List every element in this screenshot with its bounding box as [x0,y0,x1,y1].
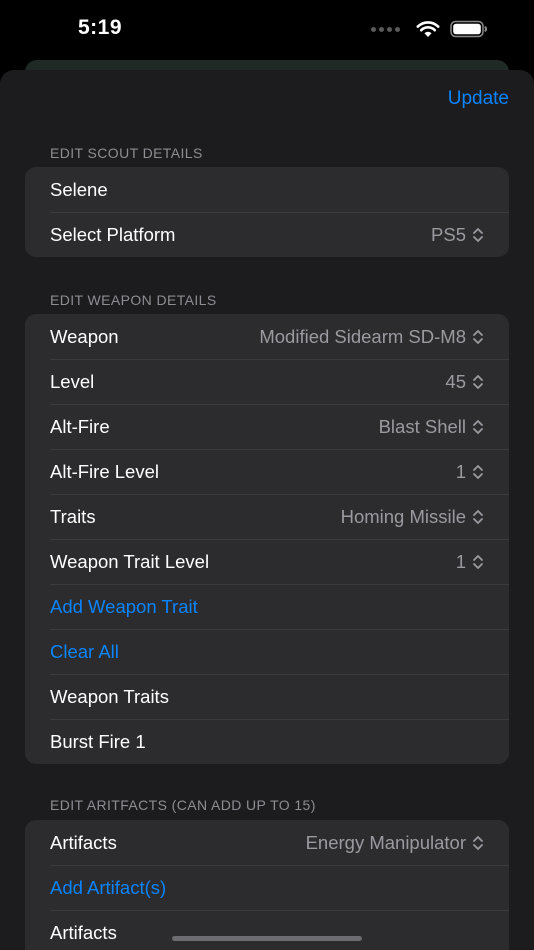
chevron-up-down-icon [473,509,483,524]
list-item: Burst Fire 1 [25,719,509,764]
clear-all-button[interactable]: Clear All [25,629,509,674]
scout-name-field[interactable]: Selene [25,167,509,212]
home-indicator[interactable] [172,936,362,941]
add-weapon-trait-button[interactable]: Add Weapon Trait [25,584,509,629]
traits-picker[interactable]: Traits Homing Missile [25,494,509,539]
weapon-trait-level-picker[interactable]: Weapon Trait Level 1 [25,539,509,584]
artifacts-list-title: Artifacts [50,921,117,943]
artifacts-list-title-row: Artifacts [25,910,509,950]
weapon-group: Weapon Modified Sidearm SD-M8 Level 45 A… [25,314,509,764]
chevron-up-down-icon [473,554,483,569]
chevron-up-down-icon [473,374,483,389]
artifacts-value: Energy Manipulator [305,831,466,853]
update-button[interactable]: Update [448,88,509,110]
level-value: 45 [445,370,466,392]
add-artifacts-label: Add Artifact(s) [50,876,167,898]
add-weapon-trait-label: Add Weapon Trait [50,595,198,617]
weapon-value: Modified Sidearm SD-M8 [259,325,466,347]
weapon-traits-title-row: Weapon Traits [25,674,509,719]
weapon-picker[interactable]: Weapon Modified Sidearm SD-M8 [25,314,509,359]
status-bar: 5:19 [0,0,534,60]
alt-fire-value: Blast Shell [378,415,466,437]
chevron-up-down-icon [473,329,483,344]
status-time: 5:19 [78,16,123,39]
signal-icon [371,26,400,32]
battery-icon [450,20,487,38]
alt-fire-level-value: 1 [455,460,466,482]
artifacts-group: Artifacts Energy Manipulator Add Artifac… [25,820,509,950]
chevron-up-down-icon [473,835,483,850]
weapon-trait-level-value: 1 [455,550,466,572]
chevron-up-down-icon [473,227,483,242]
scout-name: Selene [50,178,108,200]
scout-group: Selene Select Platform PS5 [25,167,509,257]
traits-value: Homing Missile [340,505,466,527]
artifacts-picker[interactable]: Artifacts Energy Manipulator [25,820,509,865]
traits-label: Traits [50,505,96,527]
artifacts-label: Artifacts [50,831,117,853]
section-header-weapon: Edit Weapon Details [50,292,217,308]
alt-fire-level-picker[interactable]: Alt-Fire Level 1 [25,449,509,494]
clear-all-label: Clear All [50,640,119,662]
chevron-up-down-icon [473,419,483,434]
add-artifacts-button[interactable]: Add Artifact(s) [25,865,509,910]
alt-fire-picker[interactable]: Alt-Fire Blast Shell [25,404,509,449]
weapon-label: Weapon [50,325,119,347]
status-icons [371,20,488,38]
platform-value: PS5 [431,223,466,245]
chevron-up-down-icon [473,464,483,479]
level-label: Level [50,370,95,392]
alt-fire-level-label: Alt-Fire Level [50,460,159,482]
weapon-trait-item: Burst Fire 1 [50,730,146,752]
edit-sheet: Update Edit Scout Details Selene Select … [0,70,534,950]
section-header-scout: Edit Scout Details [50,145,203,161]
platform-label: Select Platform [50,223,176,245]
level-picker[interactable]: Level 45 [25,359,509,404]
weapon-trait-level-label: Weapon Trait Level [50,550,210,572]
platform-picker[interactable]: Select Platform PS5 [25,212,509,257]
section-header-artifacts: Edit Aritfacts (Can add up to 15) [50,797,316,813]
weapon-traits-title: Weapon Traits [50,685,169,707]
alt-fire-label: Alt-Fire [50,415,110,437]
wifi-icon [416,21,440,37]
